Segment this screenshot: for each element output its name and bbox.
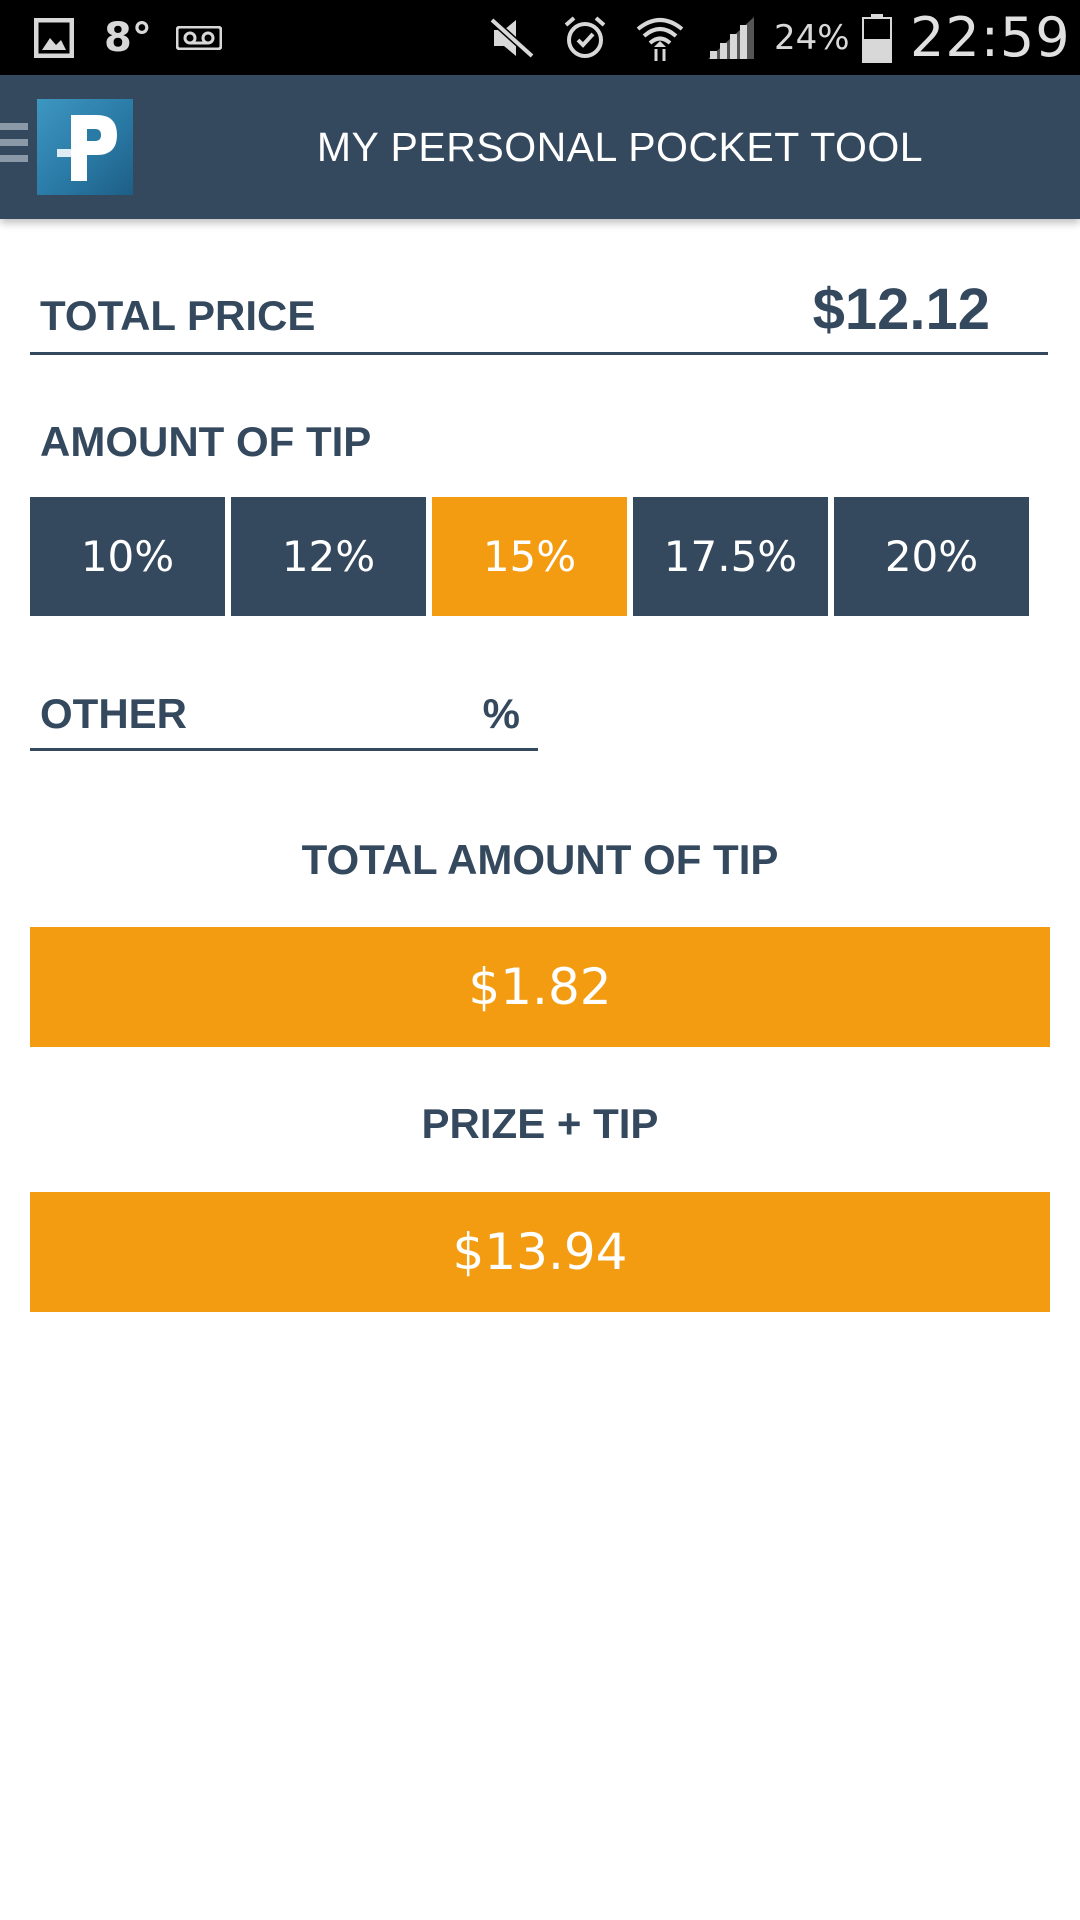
prize-plus-tip-value: $13.94 [30,1192,1050,1312]
menu-icon[interactable] [0,123,30,171]
tip-12-button[interactable]: 12% [231,497,426,616]
status-bar: 8° 24% 22:59 [0,0,1080,75]
tip-15-button[interactable]: 15% [432,497,627,616]
total-tip-value: $1.82 [30,927,1050,1047]
other-label: OTHER [40,690,187,737]
alarm-icon [562,0,608,75]
total-price-label: TOTAL PRICE [40,292,316,339]
voicemail-icon [176,0,222,75]
mute-icon [488,0,536,75]
app-title: MY PERSONAL POCKET TOOL [316,123,924,170]
temperature-indicator: 8° [104,14,152,61]
other-percent-unit: % [482,690,520,737]
app-bar: MY PERSONAL POCKET TOOL [0,75,1080,219]
clock: 22:59 [910,6,1071,69]
tip-percent-selector: 10% 12% 15% 17.5% 20% [30,497,1029,616]
prize-plus-tip-title: PRIZE + TIP [421,1100,659,1147]
total-price-value[interactable]: $12.12 [813,276,990,343]
total-price-field[interactable]: TOTAL PRICE $12.12 [30,268,1048,355]
amount-of-tip-label: AMOUNT OF TIP [40,418,372,465]
wifi-icon [634,0,686,75]
gallery-icon [34,0,74,75]
battery-percent: 24% [774,17,850,58]
other-tip-field[interactable]: OTHER % [30,682,538,751]
tip-17-5-button[interactable]: 17.5% [633,497,828,616]
battery-icon [862,0,892,75]
tip-10-button[interactable]: 10% [30,497,225,616]
tip-20-button[interactable]: 20% [834,497,1029,616]
app-logo[interactable] [37,99,133,195]
signal-icon [706,0,756,75]
total-tip-title: TOTAL AMOUNT OF TIP [301,836,779,883]
